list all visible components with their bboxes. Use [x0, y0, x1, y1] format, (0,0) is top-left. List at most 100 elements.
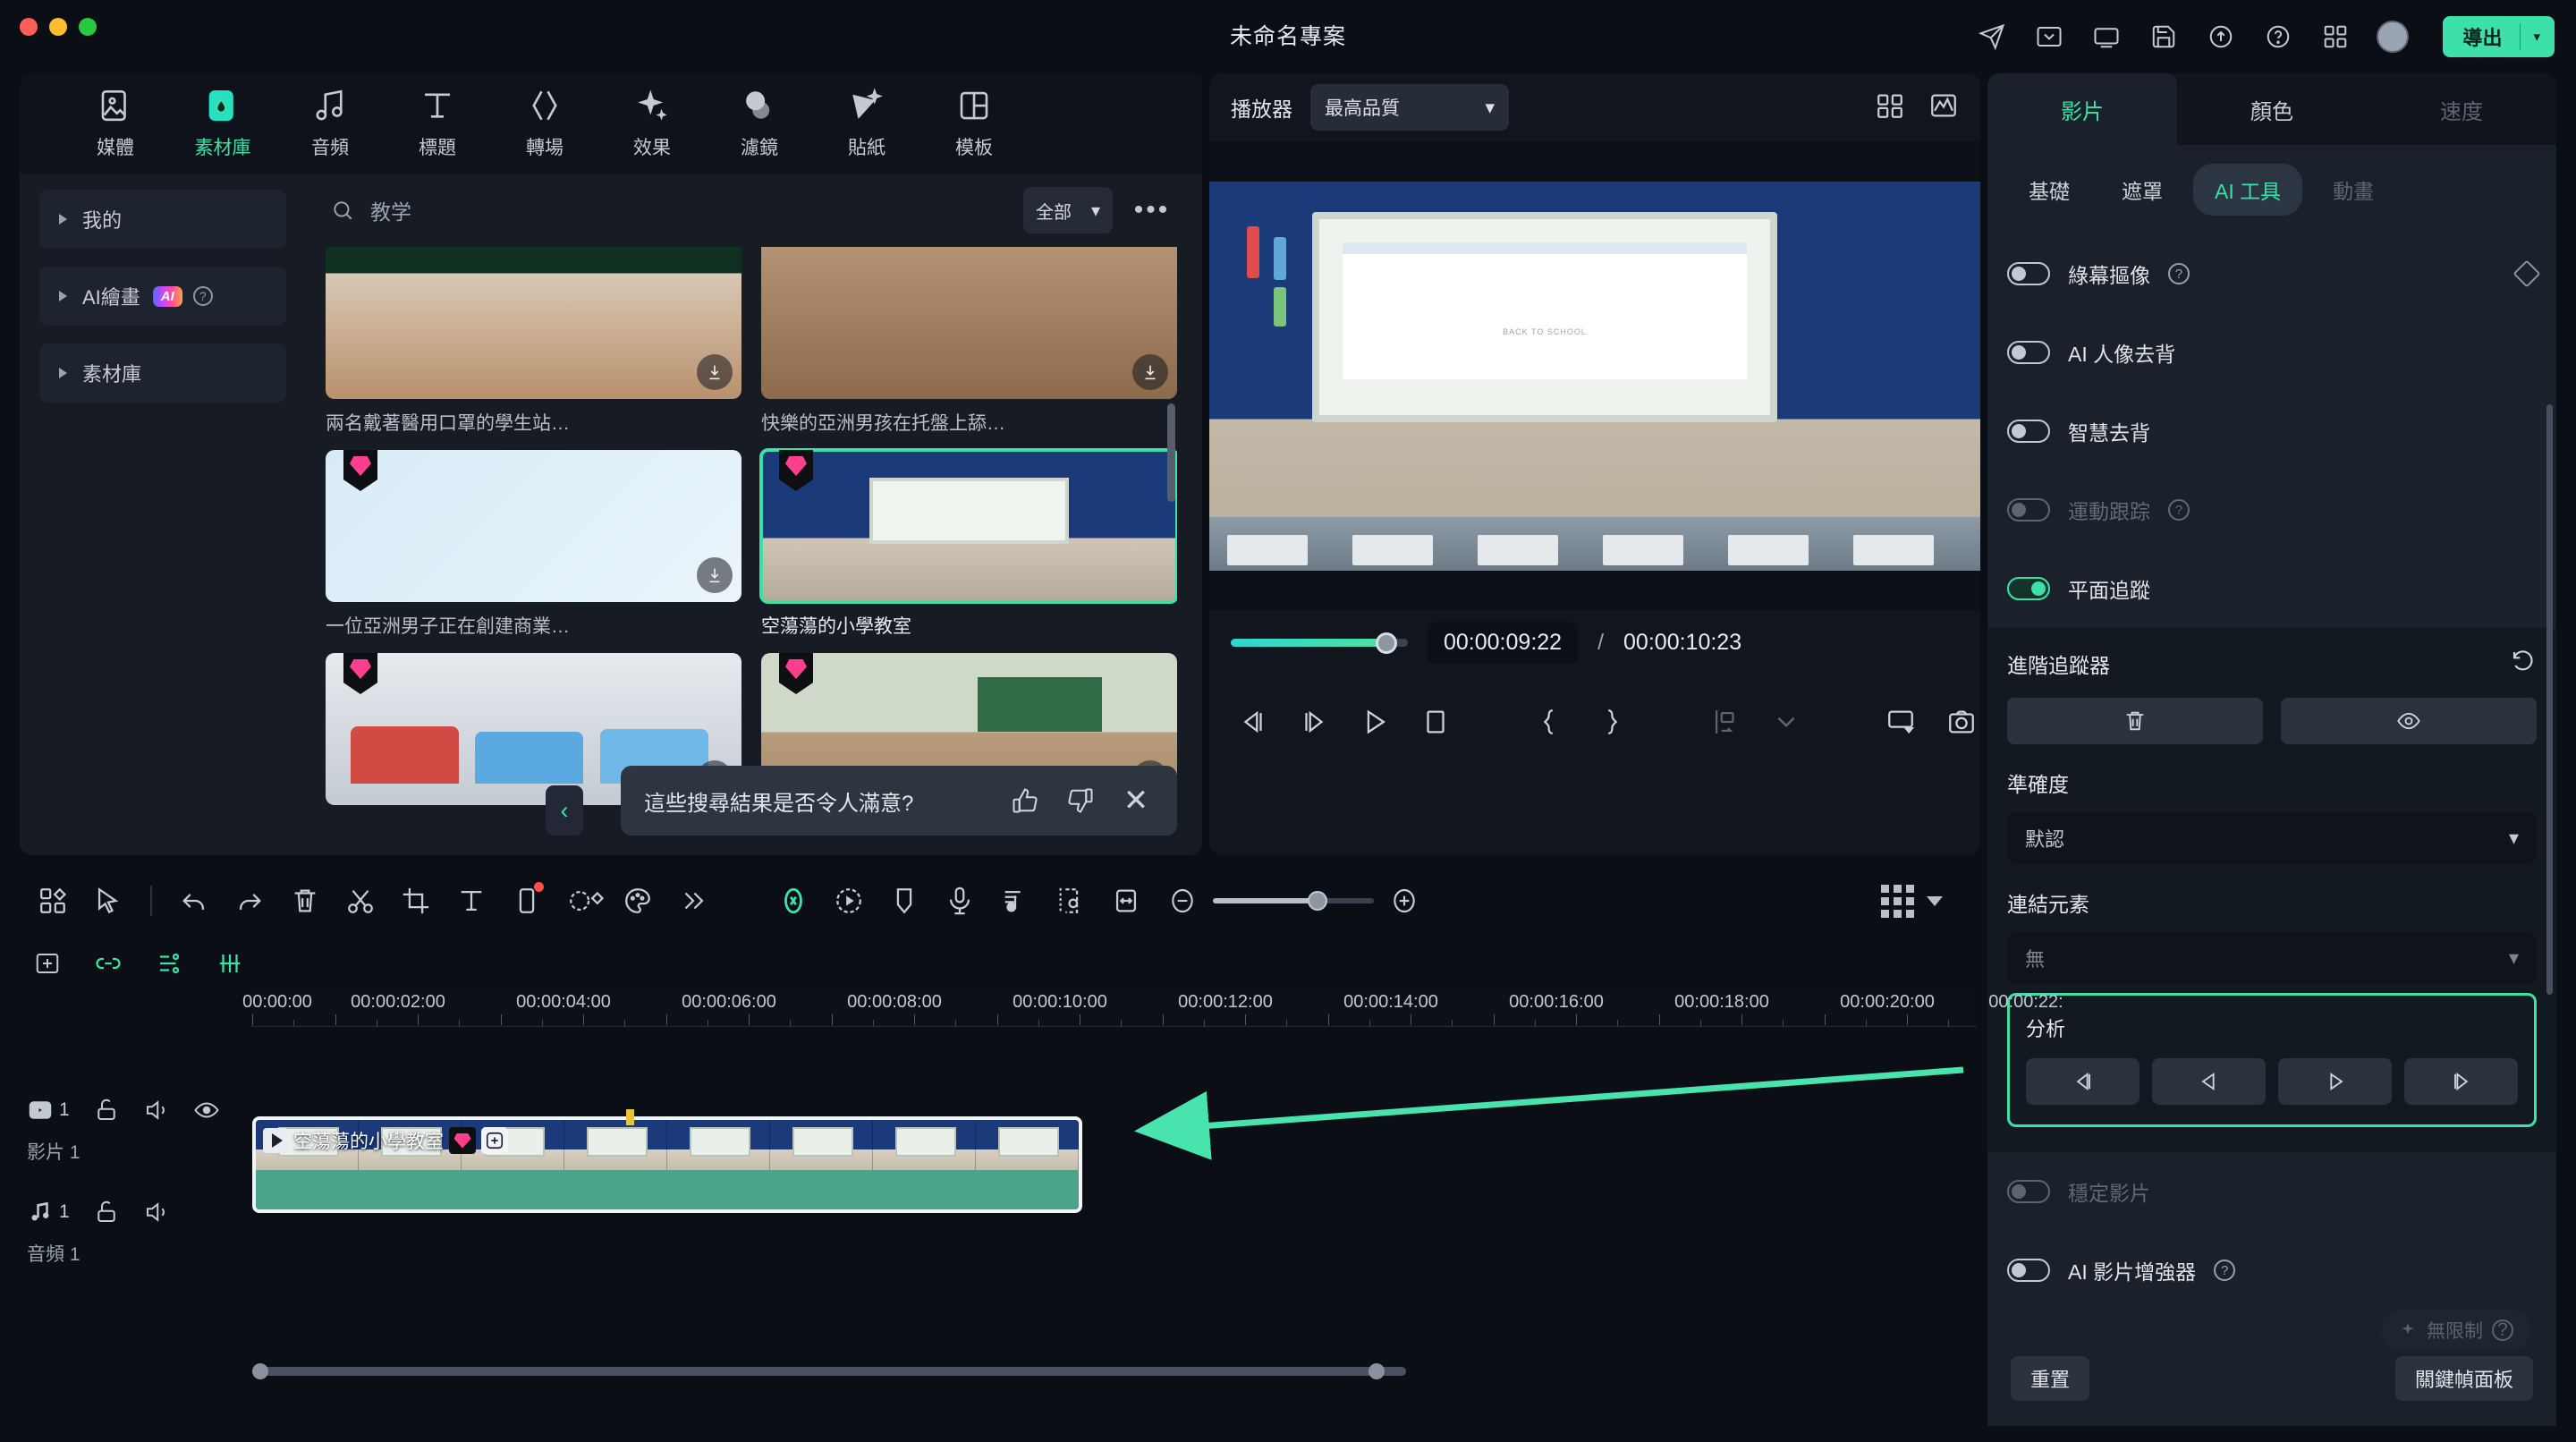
more-options-button[interactable]: ••• — [1127, 187, 1177, 233]
analyze-step-back-start-button[interactable] — [2026, 1058, 2140, 1105]
clip-keyframe-marker[interactable] — [626, 1109, 634, 1125]
chevron-down-icon[interactable] — [1927, 895, 1943, 906]
subtab-basic[interactable]: 基礎 — [2007, 164, 2091, 216]
nav-tab-transition[interactable]: 轉場 — [492, 73, 597, 174]
ai-portrait-cutout-toggle[interactable] — [2007, 341, 2050, 364]
timeline-horizontal-scrollbar[interactable] — [252, 1367, 1406, 1376]
fit-badge-icon[interactable] — [481, 1127, 508, 1154]
library-grid-item[interactable]: 空蕩蕩的小學教室 — [759, 448, 1177, 639]
chevron-right-more-icon[interactable] — [665, 875, 721, 927]
library-grid-item[interactable]: 一位亞洲男子正在創建商業… — [326, 450, 741, 639]
current-timecode[interactable]: 00:00:09:22 — [1428, 621, 1579, 664]
tab-speed[interactable]: 速度 — [2367, 73, 2556, 145]
motion-icon[interactable] — [821, 875, 877, 927]
help-circle-icon[interactable]: ? — [2168, 499, 2190, 521]
mask-icon[interactable] — [555, 875, 610, 927]
add-track-icon[interactable] — [27, 946, 68, 981]
reset-icon[interactable] — [2510, 648, 2537, 680]
library-vertical-scrollbar[interactable] — [1167, 403, 1175, 502]
cloud-upload-icon[interactable] — [2205, 21, 2237, 53]
nav-tab-sticker[interactable]: 貼紙 — [814, 73, 919, 174]
help-circle-icon[interactable]: ? — [2214, 1260, 2236, 1281]
share-icon[interactable] — [1976, 21, 2008, 53]
zoom-out-icon[interactable] — [1166, 885, 1199, 917]
timeline-clip[interactable]: 空蕩蕩的小學教室 — [252, 1116, 1082, 1213]
crop-icon[interactable] — [388, 875, 444, 927]
nav-tab-title[interactable]: 標題 — [385, 73, 490, 174]
filter-dropdown[interactable]: 全部 ▾ — [1023, 187, 1113, 233]
thumbs-down-icon[interactable] — [1063, 783, 1098, 819]
layout-compare-icon[interactable] — [1875, 90, 1905, 125]
smart-cutout-toggle[interactable] — [2007, 420, 2050, 443]
sidebar-item-ai-drawing[interactable]: AI繪畫 AI ? — [39, 267, 286, 326]
color-palette-icon[interactable] — [610, 875, 665, 927]
quality-dropdown[interactable]: 最高品質 ▾ — [1310, 84, 1509, 131]
scroll-handle-right[interactable] — [1368, 1363, 1385, 1379]
next-frame-icon[interactable] — [1299, 705, 1329, 739]
nav-tab-stock-library[interactable]: 素材庫 — [170, 73, 275, 174]
group-icon[interactable] — [148, 946, 190, 981]
sidebar-item-stock-library[interactable]: 素材庫 — [39, 344, 286, 403]
preview-tracker-button[interactable] — [2281, 698, 2537, 744]
thumbnail[interactable] — [761, 247, 1177, 399]
grid-apps-icon[interactable] — [2319, 21, 2351, 53]
chroma-key-toggle[interactable] — [2007, 262, 2050, 285]
sidebar-item-mine[interactable]: 我的 — [39, 190, 286, 249]
zoom-in-icon[interactable] — [1388, 885, 1420, 917]
nav-tab-template[interactable]: 模板 — [921, 73, 1027, 174]
search-input[interactable]: 教学 — [331, 195, 1009, 225]
select-tool-icon[interactable] — [80, 875, 136, 927]
accuracy-dropdown[interactable]: 默認 ▾ — [2007, 812, 2537, 864]
reset-button[interactable]: 重置 — [2011, 1356, 2090, 1401]
marker-icon[interactable] — [877, 875, 932, 927]
align-icon[interactable] — [209, 946, 250, 981]
library-grid-item[interactable]: 快樂的亞洲男孩在托盤上舔… — [761, 247, 1177, 436]
undo-icon[interactable] — [166, 875, 222, 927]
layout-grid-icon[interactable] — [25, 875, 80, 927]
clip-play-icon[interactable] — [263, 1128, 288, 1153]
help-circle-icon[interactable] — [2262, 21, 2294, 53]
link-element-dropdown[interactable]: 無 ▾ — [2007, 932, 2537, 984]
link-icon[interactable] — [88, 946, 129, 981]
analyze-backward-button[interactable] — [2152, 1058, 2266, 1105]
marker-add-icon[interactable] — [1710, 705, 1741, 739]
delete-icon[interactable] — [277, 875, 333, 927]
subtab-animation[interactable]: 動畫 — [2311, 164, 2395, 216]
grid-view-icon[interactable] — [1881, 884, 1914, 918]
media-import-icon[interactable] — [2033, 21, 2065, 53]
unlimited-badge[interactable]: 無限制 ? — [2382, 1310, 2529, 1351]
toggle-row-motion-tracking[interactable]: 運動跟踪 ? — [2007, 471, 2537, 549]
ai-video-enhancer-toggle[interactable] — [2007, 1259, 2050, 1282]
collapse-sidebar-button[interactable]: ‹ — [546, 785, 583, 836]
toggle-row-ai-portrait-cutout[interactable]: AI 人像去背 — [2007, 313, 2537, 392]
help-circle-icon[interactable]: ? — [2168, 263, 2190, 284]
display-mode-icon[interactable] — [1885, 705, 1916, 739]
green-screen-icon[interactable] — [1043, 875, 1098, 927]
thumbnail[interactable] — [326, 247, 741, 399]
planar-tracking-toggle[interactable] — [2007, 577, 2050, 600]
split-scissors-icon[interactable] — [333, 875, 388, 927]
help-circle-icon[interactable]: ? — [2492, 1319, 2513, 1341]
seek-slider[interactable] — [1231, 632, 1408, 654]
export-button[interactable]: 導出 ▾ — [2443, 16, 2555, 57]
toggle-row-ai-video-enhancer[interactable]: AI 影片增強器 ? — [2007, 1231, 2537, 1310]
analyze-step-forward-end-button[interactable] — [2404, 1058, 2518, 1105]
seek-knob[interactable] — [1376, 632, 1398, 654]
chevron-down-icon[interactable] — [1771, 705, 1801, 739]
subtab-mask[interactable]: 遮罩 — [2100, 164, 2184, 216]
redo-icon[interactable] — [222, 875, 277, 927]
stabilize-toggle[interactable] — [2007, 1180, 2050, 1203]
nav-tab-filter[interactable]: 濾鏡 — [707, 73, 812, 174]
motion-tracking-toggle[interactable] — [2007, 498, 2050, 522]
subtab-ai-tools[interactable]: AI 工具 — [2193, 164, 2303, 216]
tab-video[interactable]: 影片 — [1987, 73, 2177, 145]
snapshot-icon[interactable] — [1946, 705, 1977, 739]
keyframe-diamond-icon[interactable] — [2512, 259, 2541, 288]
zoom-knob[interactable] — [1308, 891, 1328, 911]
thumbnail-selected[interactable] — [759, 448, 1177, 604]
waveform-scope-icon[interactable] — [1928, 90, 1959, 125]
toggle-row-planar-tracking[interactable]: 平面追蹤 — [2007, 549, 2537, 628]
text-icon[interactable] — [444, 875, 499, 927]
voiceover-icon[interactable] — [932, 875, 987, 927]
tab-color[interactable]: 顏色 — [2177, 73, 2367, 145]
